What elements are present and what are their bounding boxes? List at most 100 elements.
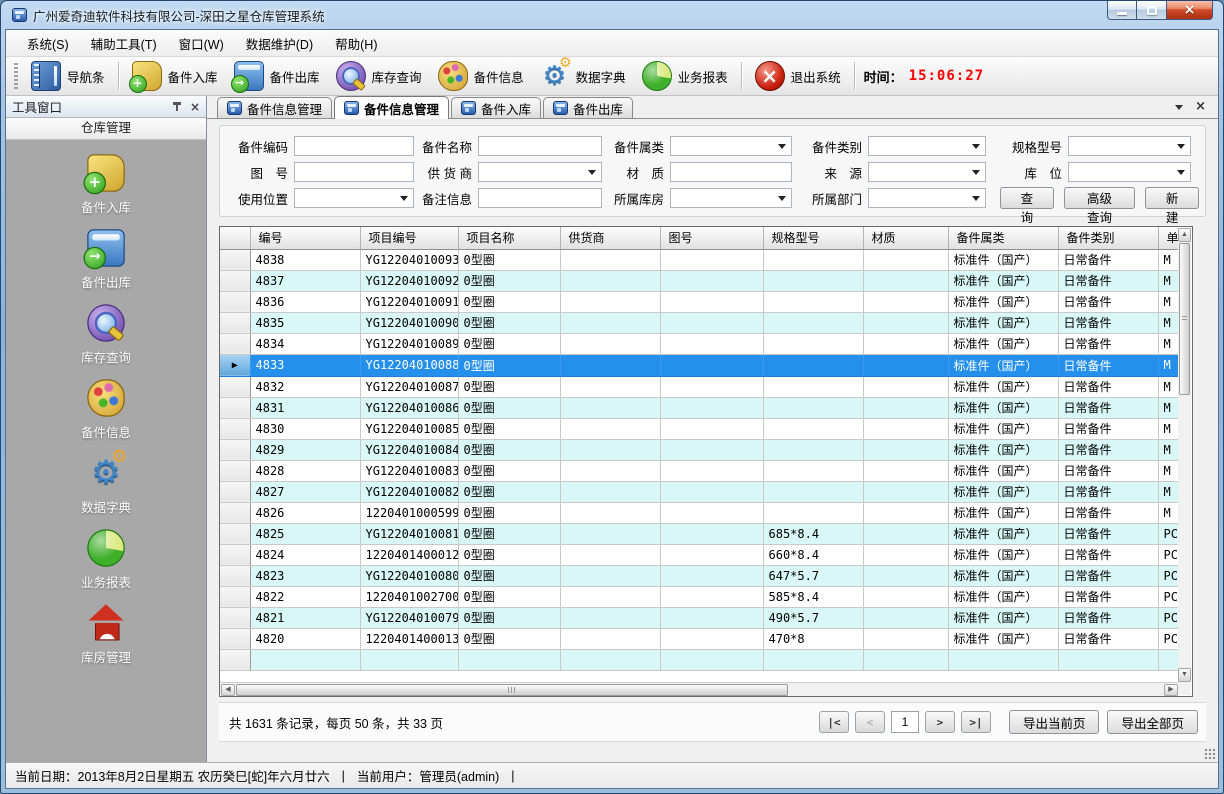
first-page-button[interactable]: |< bbox=[819, 711, 849, 733]
column-header-7[interactable]: 备件属类 bbox=[948, 227, 1058, 249]
sidebar-item-inventory-query[interactable]: 库存查询 bbox=[81, 302, 131, 366]
toolbar-parts-in-button[interactable]: 备件入库 bbox=[124, 58, 226, 94]
maximize-button[interactable] bbox=[1137, 1, 1166, 20]
column-header-1[interactable]: 项目编号 bbox=[360, 227, 458, 249]
row-selector[interactable] bbox=[220, 502, 250, 523]
row-selector[interactable] bbox=[220, 460, 250, 481]
export-all-pages-button[interactable]: 导出全部页 bbox=[1107, 710, 1198, 734]
table-row[interactable]: 4830YG122040100850型圈标准件（国产）日常备件M bbox=[220, 418, 1179, 439]
last-page-button[interactable]: >| bbox=[961, 711, 991, 733]
sidebar-item-parts-info[interactable]: 备件信息 bbox=[81, 377, 131, 441]
field-dropdown-0-4[interactable] bbox=[1068, 136, 1191, 156]
table-row[interactable]: 4837YG122040100920型圈标准件（国产）日常备件M bbox=[220, 270, 1179, 291]
column-header-5[interactable]: 规格型号 bbox=[763, 227, 863, 249]
field-input-1-0[interactable] bbox=[294, 162, 414, 182]
field-dropdown-1-4[interactable] bbox=[1068, 162, 1191, 182]
tab-0[interactable]: 备件信息管理 bbox=[217, 97, 332, 118]
menu-item-2[interactable]: 窗口(W) bbox=[168, 30, 235, 57]
page-number-input[interactable] bbox=[891, 711, 919, 733]
column-header-6[interactable]: 材质 bbox=[863, 227, 948, 249]
table-row[interactable]: 4825YG122040100810型圈685*8.4标准件（国产）日常备件PC bbox=[220, 523, 1179, 544]
tab-list-dropdown-icon[interactable] bbox=[1175, 105, 1183, 110]
row-selector[interactable] bbox=[220, 270, 250, 291]
scroll-up-icon[interactable]: ▲ bbox=[1178, 228, 1191, 242]
sidebar-item-warehouse[interactable]: 库房管理 bbox=[81, 602, 131, 666]
scroll-down-icon[interactable]: ▼ bbox=[1178, 668, 1191, 682]
row-selector[interactable] bbox=[220, 439, 250, 460]
horizontal-scroll-thumb[interactable] bbox=[236, 684, 788, 696]
menu-item-0[interactable]: 系统(S) bbox=[16, 30, 80, 57]
tab-3[interactable]: 备件出库 bbox=[543, 97, 633, 118]
toolbar-navigator-button[interactable]: 导航条 bbox=[23, 58, 113, 94]
table-row[interactable]: 482212204010027000型圈585*8.4标准件（国产）日常备件PC bbox=[220, 586, 1179, 607]
row-selector[interactable] bbox=[220, 523, 250, 544]
row-selector[interactable] bbox=[220, 481, 250, 502]
vertical-scroll-thumb[interactable] bbox=[1179, 243, 1190, 395]
table-row[interactable]: 4823YG122040100800型圈647*5.7标准件（国产）日常备件PC bbox=[220, 565, 1179, 586]
table-row[interactable]: 4832YG122040100870型圈标准件（国产）日常备件M bbox=[220, 376, 1179, 397]
field-dropdown-0-2[interactable] bbox=[670, 136, 792, 156]
new-button[interactable]: 新建 bbox=[1145, 187, 1199, 209]
field-dropdown-1-3[interactable] bbox=[868, 162, 986, 182]
row-selector[interactable] bbox=[220, 312, 250, 333]
field-dropdown-0-3[interactable] bbox=[868, 136, 986, 156]
row-selector[interactable] bbox=[220, 565, 250, 586]
column-header-3[interactable]: 供货商 bbox=[560, 227, 660, 249]
row-selector[interactable] bbox=[220, 586, 250, 607]
field-input-0-0[interactable] bbox=[294, 136, 414, 156]
row-selector[interactable] bbox=[220, 544, 250, 565]
menu-item-1[interactable]: 辅助工具(T) bbox=[80, 30, 168, 57]
toolbar-report-button[interactable]: 业务报表 bbox=[634, 58, 736, 94]
table-row[interactable]: 4831YG122040100860型圈标准件（国产）日常备件M bbox=[220, 397, 1179, 418]
toolbar-exit-button[interactable]: 退出系统 bbox=[747, 58, 849, 94]
minimize-button[interactable] bbox=[1107, 1, 1137, 20]
table-row[interactable]: 4834YG122040100890型圈标准件（国产）日常备件M bbox=[220, 333, 1179, 354]
tab-close-icon[interactable]: × bbox=[1195, 101, 1206, 113]
table-row[interactable]: 4821YG122040100790型圈490*5.7标准件（国产）日常备件PC bbox=[220, 607, 1179, 628]
sidebar-item-data-dict[interactable]: 数据字典 bbox=[81, 452, 131, 516]
prev-page-button[interactable]: < bbox=[855, 711, 885, 733]
advanced-search-button[interactable]: 高级查询 bbox=[1064, 187, 1136, 209]
table-row[interactable]: 4829YG122040100840型圈标准件（国产）日常备件M bbox=[220, 439, 1179, 460]
next-page-button[interactable]: > bbox=[925, 711, 955, 733]
search-button[interactable]: 查询 bbox=[1000, 187, 1054, 209]
table-row[interactable]: 4836YG122040100910型圈标准件（国产）日常备件M bbox=[220, 291, 1179, 312]
resize-grip[interactable] bbox=[1203, 747, 1216, 760]
title-bar[interactable]: 广州爱奇迪软件科技有限公司-深田之星仓库管理系统 bbox=[5, 1, 1219, 29]
close-button[interactable]: × bbox=[1166, 1, 1213, 20]
toolbar-inventory-query-button[interactable]: 库存查询 bbox=[328, 58, 430, 94]
field-input-0-1[interactable] bbox=[478, 136, 602, 156]
field-dropdown-2-0[interactable] bbox=[294, 188, 414, 208]
row-selector[interactable] bbox=[220, 376, 250, 397]
column-header-8[interactable]: 备件类别 bbox=[1058, 227, 1158, 249]
row-selector[interactable] bbox=[220, 628, 250, 649]
pin-icon[interactable] bbox=[172, 101, 182, 112]
row-selector[interactable] bbox=[220, 333, 250, 354]
vertical-scrollbar[interactable]: ▲ ▼ bbox=[1178, 228, 1191, 682]
export-current-page-button[interactable]: 导出当前页 bbox=[1009, 710, 1100, 734]
table-row[interactable]: 482612204010005990型圈标准件（国产）日常备件M bbox=[220, 502, 1179, 523]
row-selector[interactable] bbox=[220, 249, 250, 270]
table-row[interactable]: 4827YG122040100820型圈标准件（国产）日常备件M bbox=[220, 481, 1179, 502]
horizontal-scrollbar[interactable]: ◀ ▶ bbox=[220, 682, 1179, 696]
scroll-right-icon[interactable]: ▶ bbox=[1164, 684, 1178, 696]
field-input-2-1[interactable] bbox=[478, 188, 602, 208]
row-selector[interactable] bbox=[220, 418, 250, 439]
toolbar-parts-out-button[interactable]: 备件出库 bbox=[226, 58, 328, 94]
tab-2[interactable]: 备件入库 bbox=[451, 97, 541, 118]
toolbar-grip-handle[interactable] bbox=[14, 63, 18, 89]
column-header-2[interactable]: 项目名称 bbox=[458, 227, 560, 249]
table-row[interactable]: 4835YG122040100900型圈标准件（国产）日常备件M bbox=[220, 312, 1179, 333]
menu-item-3[interactable]: 数据维护(D) bbox=[235, 30, 324, 57]
table-row-selected[interactable]: ▶4833YG122040100880型圈标准件（国产）日常备件M bbox=[220, 354, 1179, 376]
toolbar-parts-info-button[interactable]: 备件信息 bbox=[430, 58, 532, 94]
table-row-partial[interactable] bbox=[220, 649, 1179, 670]
column-header-4[interactable]: 图号 bbox=[660, 227, 763, 249]
field-input-1-2[interactable] bbox=[670, 162, 792, 182]
column-header-9[interactable]: 单位 bbox=[1158, 227, 1179, 249]
sidebar-item-parts-in[interactable]: 备件入库 bbox=[81, 152, 131, 216]
table-row[interactable]: 482012204014000130型圈470*8标准件（国产）日常备件PC bbox=[220, 628, 1179, 649]
panel-close-icon[interactable]: × bbox=[190, 101, 200, 113]
table-row[interactable]: 4838YG122040100930型圈标准件（国产）日常备件M bbox=[220, 249, 1179, 270]
toolbar-data-dict-button[interactable]: 数据字典 bbox=[532, 58, 634, 94]
